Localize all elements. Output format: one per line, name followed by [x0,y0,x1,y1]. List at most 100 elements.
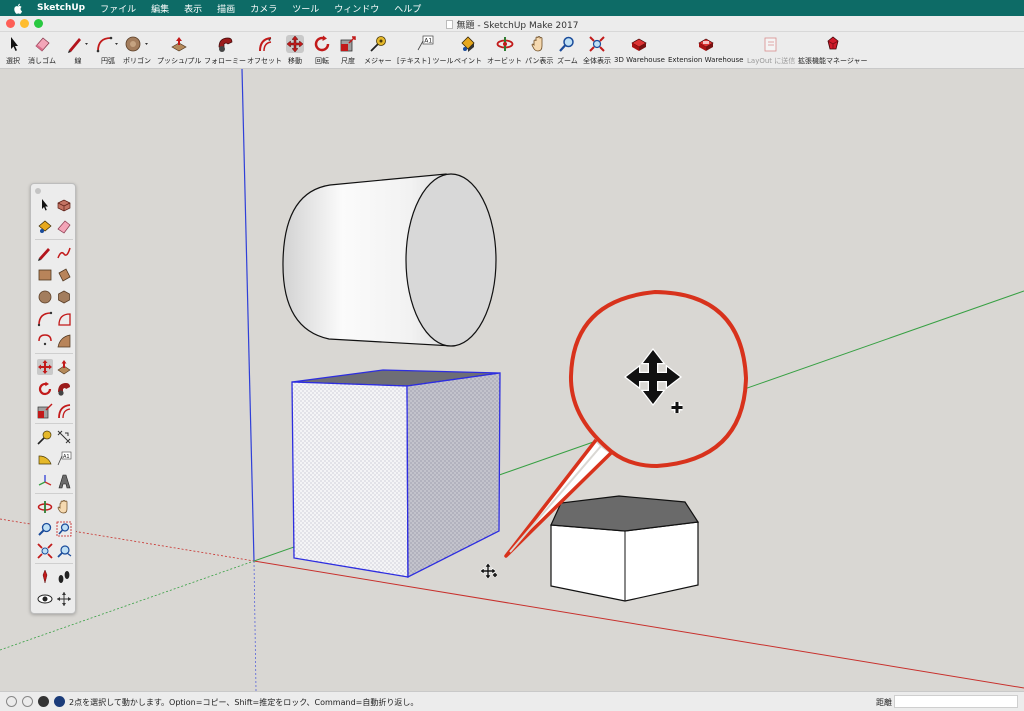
section-plane-icon[interactable] [56,591,72,607]
selected-box-object[interactable] [291,369,501,579]
offset-icon[interactable] [56,403,72,419]
make-component-icon[interactable] [56,197,72,213]
zoom-extents-icon[interactable] [37,543,53,559]
toolbar-eraser-button[interactable]: 消しゴム [28,35,56,69]
menu-file[interactable]: ファイル [100,2,136,15]
rectangle-icon[interactable] [37,267,53,283]
help-instructor-icon[interactable] [54,696,65,707]
menu-edit[interactable]: 編集 [151,2,169,15]
arc-icon[interactable] [37,311,53,327]
toolbar-offset-button[interactable]: オフセット [247,35,282,69]
push-pull-icon[interactable] [56,359,72,375]
apple-menu-icon[interactable] [14,3,23,14]
toolbar-line-button[interactable]: 線 [66,35,90,69]
model-scene[interactable] [0,69,1024,691]
circle-icon[interactable] [37,289,53,305]
toolbar-3d-warehouse-button[interactable]: 3D Warehouse [614,35,665,69]
walk-icon[interactable] [56,569,72,585]
menu-window[interactable]: ウィンドウ [334,2,379,15]
toolbar-label: パン表示 [525,57,554,65]
toolbar-label: LayOut に送信 [747,57,796,65]
move-cursor-icon [479,562,497,580]
select-arrow-icon [4,35,22,53]
dimension-icon[interactable] [56,429,72,445]
pie-icon[interactable] [56,311,72,327]
3d-text-icon[interactable] [56,473,72,489]
paint-bucket-icon[interactable] [37,219,53,235]
orbit-icon[interactable] [37,499,53,515]
toolbar-orbit-button[interactable]: オービット [487,35,522,69]
extension-manager-icon [824,35,842,53]
3d-warehouse-icon [630,35,648,53]
hexagonal-prism-object[interactable] [550,495,700,602]
rotate-icon[interactable] [37,381,53,397]
toolbar-zoom-extents-button[interactable]: 全体表示 [583,35,611,69]
scale-icon[interactable] [37,403,53,419]
toolbar-follow-me-button[interactable]: フォローミー [204,35,246,69]
toolbar-text-tool-button[interactable]: A1 [テキスト] ツール [397,35,453,69]
toolbar-label: Extension Warehouse [668,56,744,64]
toolbar-pan-button[interactable]: パン表示 [525,35,553,69]
measurements-input[interactable] [894,695,1018,708]
three-point-arc-icon[interactable] [37,333,53,349]
two-point-arc-icon[interactable] [56,333,72,349]
move-icon [286,35,304,53]
document-icon [445,20,453,29]
eraser-icon [33,35,51,53]
drawing-viewport[interactable]: A1 [0,69,1024,691]
look-around-icon[interactable] [37,591,53,607]
text-tool-icon: A1 [416,35,434,53]
tool-palette[interactable]: A1 [30,183,76,614]
toolbar-label: 尺度 [341,57,355,65]
palette-separator [35,493,73,494]
toolbar-zoom-button[interactable]: ズーム [557,35,578,69]
credits-info-icon[interactable] [22,696,33,707]
toolbar-arc-button[interactable]: 円弧 [95,35,121,69]
blue-axis-negative [253,560,257,691]
pencil-line-icon[interactable] [37,245,53,261]
axes-icon[interactable] [37,473,53,489]
menu-help[interactable]: ヘルプ [394,2,421,15]
user-account-icon[interactable] [38,696,49,707]
toolbar-rotate-button[interactable]: 回転 [313,35,331,69]
freehand-icon[interactable] [56,245,72,261]
polygon-icon[interactable] [56,289,72,305]
position-camera-icon[interactable] [37,569,53,585]
window-title-wrap: 無題 - SketchUp Make 2017 [0,18,1024,31]
toolbar-paint-button[interactable]: ペイント [454,35,482,69]
toolbar-send-to-layout-button[interactable]: LayOut に送信 [747,35,795,69]
select-arrow-icon[interactable] [37,197,53,213]
cylinder-object[interactable] [282,173,497,347]
toolbar-extension-manager-button[interactable]: 拡張機能マネージャー [798,35,868,69]
follow-me-icon[interactable] [56,381,72,397]
toolbar-polygon-button[interactable]: ポリゴン [123,35,151,69]
eraser-icon[interactable] [56,219,72,235]
toolbar-label: 回転 [315,57,329,65]
paint-bucket-icon [459,35,477,53]
toolbar-move-button[interactable]: 移動 [286,35,304,69]
toolbar-select-button[interactable]: 選択 [4,35,22,69]
toolbar-tape-measure-button[interactable]: メジャー [364,35,392,69]
previous-view-icon[interactable] [56,543,72,559]
protractor-icon[interactable] [37,451,53,467]
zoom-window-icon[interactable] [56,521,72,537]
toolbar-push-pull-button[interactable]: プッシュ/プル [157,35,201,69]
text-tool-icon[interactable]: A1 [56,451,72,467]
toolbar-scale-button[interactable]: 尺度 [339,35,357,69]
status-bar: 2点を選択して動かします。Option=コピー、Shift=推定をロック、Com… [0,691,1024,711]
menu-camera[interactable]: カメラ [250,2,277,15]
menu-draw[interactable]: 描画 [217,2,235,15]
rotated-rectangle-icon[interactable] [56,267,72,283]
menu-app-sketchup[interactable]: SketchUp [37,3,85,13]
palette-close-dot[interactable] [35,188,41,194]
zoom-icon[interactable] [37,521,53,537]
toolbar-label: メジャー [364,57,392,65]
palette-move-button[interactable] [37,359,53,375]
menu-view[interactable]: 表示 [184,2,202,15]
tape-measure-icon[interactable] [37,429,53,445]
toolbar-extension-warehouse-button[interactable]: Extension Warehouse [668,35,744,69]
geo-location-icon[interactable] [6,696,17,707]
menu-tools[interactable]: ツール [292,2,319,15]
pan-hand-icon[interactable] [56,499,72,515]
tape-measure-icon [369,35,387,53]
